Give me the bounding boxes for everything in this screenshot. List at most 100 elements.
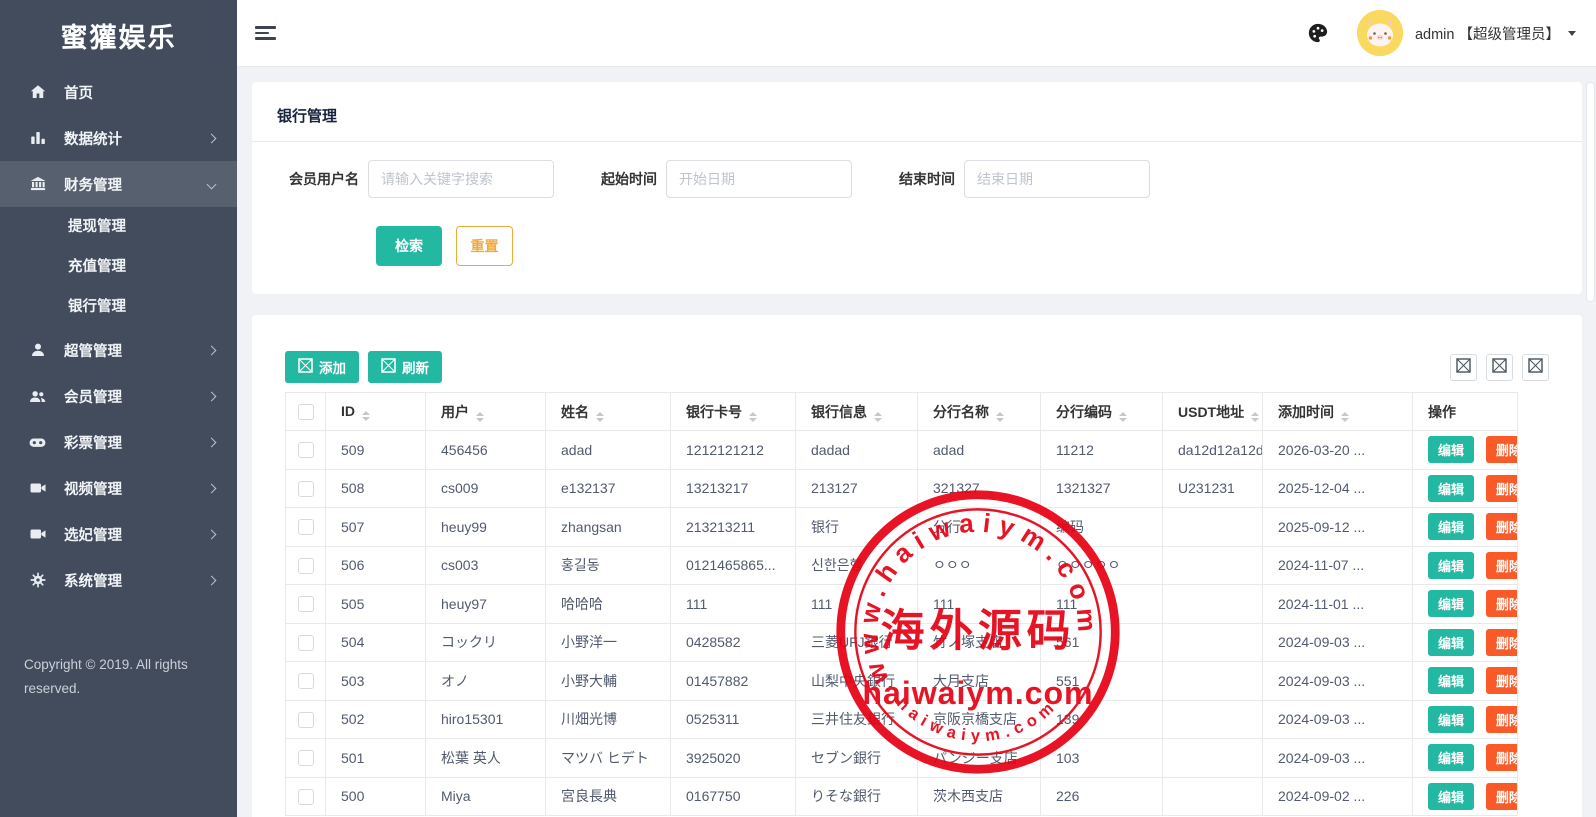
page-scrollbar[interactable] bbox=[1584, 67, 1596, 817]
delete-button[interactable]: 删除 bbox=[1486, 744, 1518, 771]
cell-bank: 银行 bbox=[796, 508, 918, 547]
row-checkbox[interactable] bbox=[298, 789, 314, 805]
delete-button[interactable]: 删除 bbox=[1486, 552, 1518, 579]
col-header-name[interactable]: 姓名 bbox=[546, 393, 671, 431]
sidebar-subitem-withdraw[interactable]: 提现管理 bbox=[0, 207, 237, 247]
sidebar-item-label: 系统管理 bbox=[64, 570, 208, 591]
sidebar-item-lottery[interactable]: 彩票管理 bbox=[0, 419, 237, 465]
row-checkbox[interactable] bbox=[298, 442, 314, 458]
topbar: admin 【超级管理员】 bbox=[237, 0, 1596, 67]
cell-time: 2025-12-04 ... bbox=[1263, 469, 1413, 508]
edit-button[interactable]: 编辑 bbox=[1428, 436, 1474, 463]
home-icon bbox=[28, 83, 47, 102]
sidebar-item-system[interactable]: 系统管理 bbox=[0, 557, 237, 603]
username-input[interactable] bbox=[368, 160, 554, 198]
sidebar-item-home[interactable]: 首页 bbox=[0, 69, 237, 115]
toolbar-icon-button-2[interactable] bbox=[1486, 354, 1513, 381]
scrollbar-thumb[interactable] bbox=[1586, 82, 1595, 302]
col-header-branch-code[interactable]: 分行编码 bbox=[1041, 393, 1163, 431]
sidebar-subitem-recharge[interactable]: 充值管理 bbox=[0, 247, 237, 287]
delete-button[interactable]: 删除 bbox=[1486, 783, 1518, 810]
edit-button[interactable]: 编辑 bbox=[1428, 475, 1474, 502]
col-header-branch[interactable]: 分行名称 bbox=[918, 393, 1041, 431]
cell-name: 宮良長典 bbox=[546, 777, 671, 816]
delete-button[interactable]: 删除 bbox=[1486, 667, 1518, 694]
edit-button[interactable]: 编辑 bbox=[1428, 629, 1474, 656]
cell-user: オノ bbox=[426, 662, 546, 701]
row-checkbox[interactable] bbox=[298, 673, 314, 689]
delete-button[interactable]: 删除 bbox=[1486, 629, 1518, 656]
col-header-card[interactable]: 银行卡号 bbox=[671, 393, 796, 431]
col-header-time[interactable]: 添加时间 bbox=[1263, 393, 1413, 431]
col-header-bank[interactable]: 银行信息 bbox=[796, 393, 918, 431]
row-checkbox[interactable] bbox=[298, 750, 314, 766]
delete-button[interactable]: 删除 bbox=[1486, 513, 1518, 540]
sidebar-item-label: 数据统计 bbox=[64, 128, 208, 149]
edit-button[interactable]: 编辑 bbox=[1428, 667, 1474, 694]
cell-usdt: da12d12a12d bbox=[1163, 431, 1263, 470]
row-checkbox[interactable] bbox=[298, 558, 314, 574]
sidebar-item-label: 彩票管理 bbox=[64, 432, 208, 453]
table-card: 添加 刷新 bbox=[252, 315, 1582, 817]
row-checkbox[interactable] bbox=[298, 481, 314, 497]
cell-branch: パンジー支店 bbox=[918, 739, 1041, 778]
select-all-checkbox[interactable] bbox=[298, 404, 314, 420]
edit-button[interactable]: 编辑 bbox=[1428, 552, 1474, 579]
cell-user: 松葉 英人 bbox=[426, 739, 546, 778]
toolbar-icon-button-1[interactable] bbox=[1450, 354, 1477, 381]
sidebar-item-video[interactable]: 视频管理 bbox=[0, 465, 237, 511]
row-checkbox[interactable] bbox=[298, 596, 314, 612]
sidebar-item-label: 会员管理 bbox=[64, 386, 208, 407]
sidebar-subitem-bank[interactable]: 银行管理 bbox=[0, 287, 237, 327]
edit-button[interactable]: 编辑 bbox=[1428, 706, 1474, 733]
cell-name: 小野大輔 bbox=[546, 662, 671, 701]
start-date-input[interactable] bbox=[666, 160, 852, 198]
col-header-id[interactable]: ID bbox=[326, 393, 426, 431]
user-icon bbox=[28, 341, 47, 360]
search-button[interactable]: 检索 bbox=[376, 226, 442, 266]
delete-button[interactable]: 删除 bbox=[1486, 436, 1518, 463]
user-menu[interactable]: admin 【超级管理员】 bbox=[1415, 23, 1560, 44]
sidebar-item-label: 视频管理 bbox=[64, 478, 208, 499]
cell-id: 508 bbox=[326, 469, 426, 508]
cell-name: マツバ ヒデト bbox=[546, 739, 671, 778]
delete-button[interactable]: 删除 bbox=[1486, 706, 1518, 733]
avatar[interactable] bbox=[1357, 10, 1403, 56]
cell-name: e132137 bbox=[546, 469, 671, 508]
sidebar-item-stats[interactable]: 数据统计 bbox=[0, 115, 237, 161]
cell-branch-code: 103 bbox=[1041, 739, 1163, 778]
delete-button[interactable]: 删除 bbox=[1486, 590, 1518, 617]
toolbar-icon-button-3[interactable] bbox=[1522, 354, 1549, 381]
cell-time: 2024-09-03 ... bbox=[1263, 623, 1413, 662]
delete-button[interactable]: 删除 bbox=[1486, 475, 1518, 502]
end-date-input[interactable] bbox=[964, 160, 1150, 198]
cell-user: cs003 bbox=[426, 546, 546, 585]
edit-button[interactable]: 编辑 bbox=[1428, 590, 1474, 617]
cell-card: 111 bbox=[671, 585, 796, 624]
refresh-button[interactable]: 刷新 bbox=[368, 351, 442, 383]
cell-time: 2024-09-03 ... bbox=[1263, 700, 1413, 739]
reset-button[interactable]: 重置 bbox=[456, 226, 513, 266]
cell-bank: 111 bbox=[796, 585, 918, 624]
row-checkbox[interactable] bbox=[298, 635, 314, 651]
row-checkbox[interactable] bbox=[298, 519, 314, 535]
sidebar-item-members[interactable]: 会员管理 bbox=[0, 373, 237, 419]
row-checkbox[interactable] bbox=[298, 712, 314, 728]
sidebar-item-concubine[interactable]: 选妃管理 bbox=[0, 511, 237, 557]
edit-button[interactable]: 编辑 bbox=[1428, 513, 1474, 540]
sidebar-item-finance[interactable]: 财务管理 bbox=[0, 161, 237, 207]
add-button[interactable]: 添加 bbox=[285, 351, 359, 383]
menu-toggle-button[interactable] bbox=[255, 23, 277, 44]
col-header-user[interactable]: 用户 bbox=[426, 393, 546, 431]
cell-time: 2024-11-01 ... bbox=[1263, 585, 1413, 624]
edit-button[interactable]: 编辑 bbox=[1428, 744, 1474, 771]
sidebar-item-admins[interactable]: 超管管理 bbox=[0, 327, 237, 373]
broken-image-icon bbox=[1456, 358, 1471, 376]
col-header-usdt[interactable]: USDT地址 bbox=[1163, 393, 1263, 431]
sidebar: 蜜獾娱乐 首页数据统计财务管理提现管理充值管理银行管理超管管理会员管理彩票管理视… bbox=[0, 0, 237, 817]
cell-usdt bbox=[1163, 662, 1263, 701]
col-header-ops: 操作 bbox=[1413, 393, 1518, 431]
search-card: 银行管理 会员用户名 起始时间 结束时间 检索 重置 bbox=[252, 82, 1582, 294]
edit-button[interactable]: 编辑 bbox=[1428, 783, 1474, 810]
theme-palette-icon[interactable] bbox=[1307, 22, 1329, 44]
